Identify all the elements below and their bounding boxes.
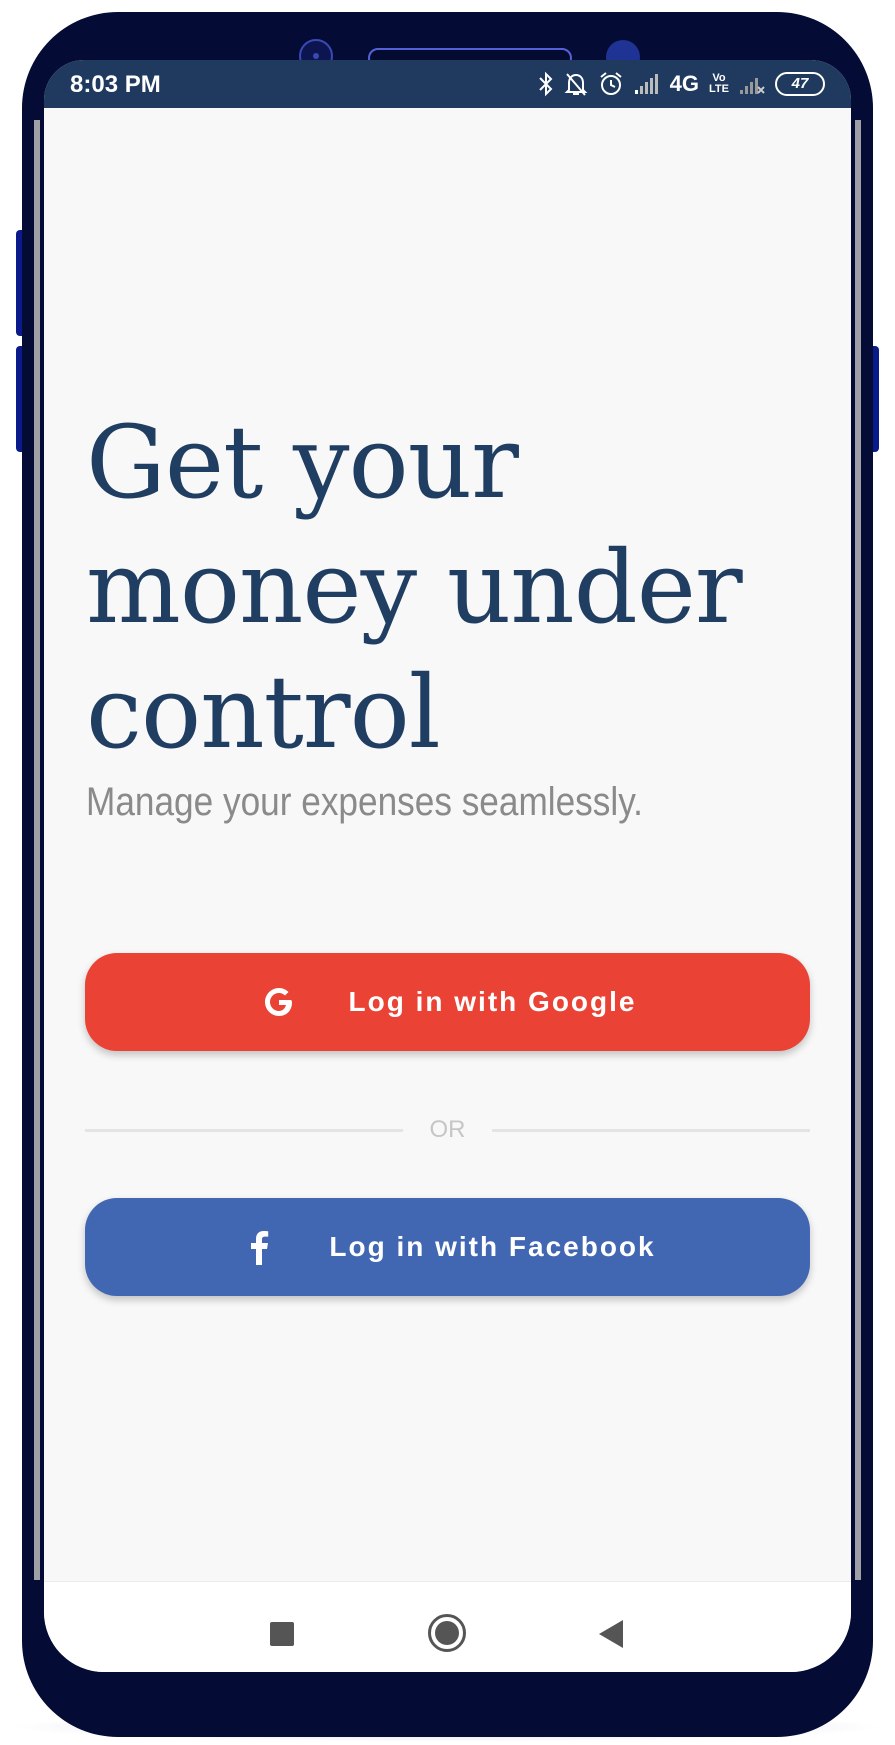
back-icon[interactable] bbox=[599, 1620, 623, 1648]
facebook-login-button[interactable]: Log in with Facebook bbox=[85, 1198, 810, 1296]
signal-empty-icon bbox=[739, 73, 765, 95]
google-login-label: Log in with Google bbox=[348, 986, 637, 1017]
notifications-off-icon bbox=[564, 71, 588, 97]
page-title: Get your money under control bbox=[86, 404, 743, 771]
status-icons: 4G Vo LTE 47 bbox=[538, 68, 825, 100]
screen-edge-right bbox=[855, 120, 861, 1580]
google-login-button[interactable]: Log in with Google bbox=[85, 953, 810, 1051]
alarm-icon bbox=[598, 71, 624, 97]
bluetooth-icon bbox=[538, 71, 554, 97]
signal-icon bbox=[634, 73, 660, 95]
volte-indicator: Vo LTE bbox=[709, 72, 729, 95]
network-type: 4G bbox=[669, 71, 700, 96]
screen-edge-left bbox=[34, 120, 40, 1580]
divider-line-right bbox=[492, 1129, 810, 1132]
recents-icon[interactable] bbox=[270, 1622, 294, 1646]
phone-screen: 8:03 PM 4G Vo LTE 47 Get your money unde… bbox=[44, 60, 851, 1672]
google-icon bbox=[259, 982, 299, 1022]
navigation-bar bbox=[44, 1581, 851, 1672]
status-time: 8:03 PM bbox=[70, 71, 161, 98]
facebook-login-label: Log in with Facebook bbox=[329, 1231, 656, 1262]
or-divider: OR bbox=[85, 1110, 810, 1150]
facebook-icon bbox=[239, 1227, 279, 1267]
battery-indicator: 47 bbox=[775, 72, 825, 96]
status-bar: 8:03 PM 4G Vo LTE 47 bbox=[44, 60, 851, 108]
page-subtitle: Manage your expenses seamlessly. bbox=[86, 780, 643, 824]
home-icon[interactable] bbox=[428, 1614, 466, 1652]
